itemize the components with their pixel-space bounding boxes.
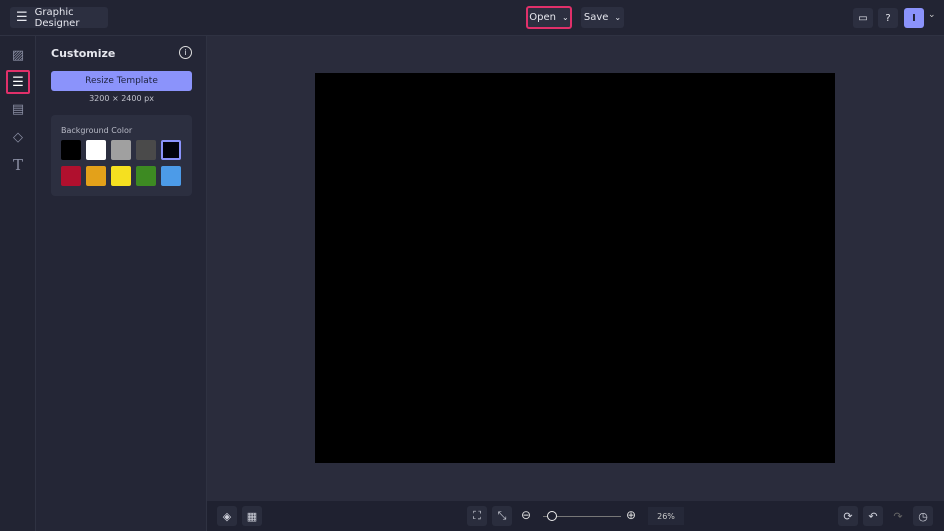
zoom-text: 26% — [657, 511, 675, 521]
open-button[interactable]: Open ⌄ — [526, 6, 572, 29]
zoom-in-icon[interactable]: ⊕ — [626, 508, 636, 522]
fit-screen-button[interactable]: ⛶ — [467, 506, 487, 526]
avatar-initial: I — [912, 12, 916, 24]
templates-icon[interactable]: ▤ — [6, 97, 30, 121]
images-icon[interactable]: ▨ — [6, 43, 30, 67]
dimensions-text: 3200 × 2400 px — [89, 94, 154, 103]
history-icon: ◷ — [918, 509, 928, 523]
customize-panel: Customize i Resize Template 3200 × 2400 … — [36, 36, 207, 531]
redo-icon: ↷ — [893, 509, 903, 523]
zoom-slider-handle[interactable] — [546, 511, 557, 521]
top-bar: ☰ Graphic Designer Open ⌄ Save ⌄ ▭ ? I ⌄ — [0, 0, 944, 36]
layers-icon: ◈ — [222, 509, 232, 523]
redo-button[interactable]: ↷ — [888, 506, 908, 526]
info-icon[interactable]: i — [179, 46, 192, 59]
design-canvas[interactable] — [315, 73, 835, 463]
color-swatch[interactable] — [86, 140, 106, 160]
bottom-toolbar: ◈ ▦ ⛶ ⤡ ⊖ ⊕ 26% ⟳ ↶ ↷ ◷ — [207, 501, 944, 531]
open-label: Open — [529, 12, 556, 23]
hamburger-icon: ☰ — [16, 10, 28, 25]
zoom-out-icon[interactable]: ⊖ — [521, 508, 531, 522]
chevron-down-icon[interactable]: ⌄ — [928, 10, 936, 20]
undo-icon: ↶ — [868, 509, 878, 523]
color-swatch[interactable] — [61, 140, 81, 160]
help-icon: ? — [885, 12, 891, 24]
reset-button[interactable]: ⟳ — [838, 506, 858, 526]
save-label: Save — [583, 12, 609, 23]
avatar[interactable]: I — [904, 8, 924, 28]
collapse-icon: ⤡ — [497, 509, 507, 522]
layers-button[interactable]: ◈ — [217, 506, 237, 526]
color-swatch[interactable] — [161, 140, 181, 160]
resize-label: Resize Template — [85, 76, 158, 86]
grid-button[interactable]: ▦ — [242, 506, 262, 526]
menu-button[interactable]: ☰ Graphic Designer — [10, 6, 108, 29]
color-swatch[interactable] — [111, 140, 131, 160]
text-icon[interactable]: T — [6, 153, 30, 177]
color-swatch[interactable] — [61, 166, 81, 186]
zoom-value[interactable]: 26% — [648, 507, 684, 525]
undo-button[interactable]: ↶ — [863, 506, 883, 526]
color-swatch[interactable] — [86, 166, 106, 186]
color-swatch[interactable] — [136, 140, 156, 160]
history-button[interactable]: ◷ — [913, 506, 933, 526]
color-swatch[interactable] — [111, 166, 131, 186]
refresh-icon: ⟳ — [843, 509, 853, 523]
customize-icon[interactable]: ☰ — [6, 70, 30, 94]
comments-button[interactable]: ▭ — [853, 8, 873, 28]
chevron-down-icon: ⌄ — [614, 13, 622, 22]
tool-rail: ▨ ☰ ▤ ◇ T — [0, 36, 36, 531]
resize-template-button[interactable]: Resize Template — [51, 71, 192, 91]
bg-color-label: Background Color — [61, 126, 133, 135]
expand-icon: ⛶ — [473, 509, 481, 522]
grid-icon: ▦ — [246, 509, 258, 523]
panel-title: Customize — [51, 47, 116, 60]
save-button[interactable]: Save ⌄ — [581, 7, 624, 28]
comment-icon: ▭ — [858, 12, 868, 24]
background-color-card: Background Color — [51, 115, 192, 196]
color-swatch[interactable] — [161, 166, 181, 186]
help-button[interactable]: ? — [878, 8, 898, 28]
color-swatch[interactable] — [136, 166, 156, 186]
elements-icon[interactable]: ◇ — [6, 125, 30, 149]
app-title: Graphic Designer — [34, 6, 80, 29]
chevron-down-icon: ⌄ — [562, 13, 569, 22]
shrink-button[interactable]: ⤡ — [492, 506, 512, 526]
